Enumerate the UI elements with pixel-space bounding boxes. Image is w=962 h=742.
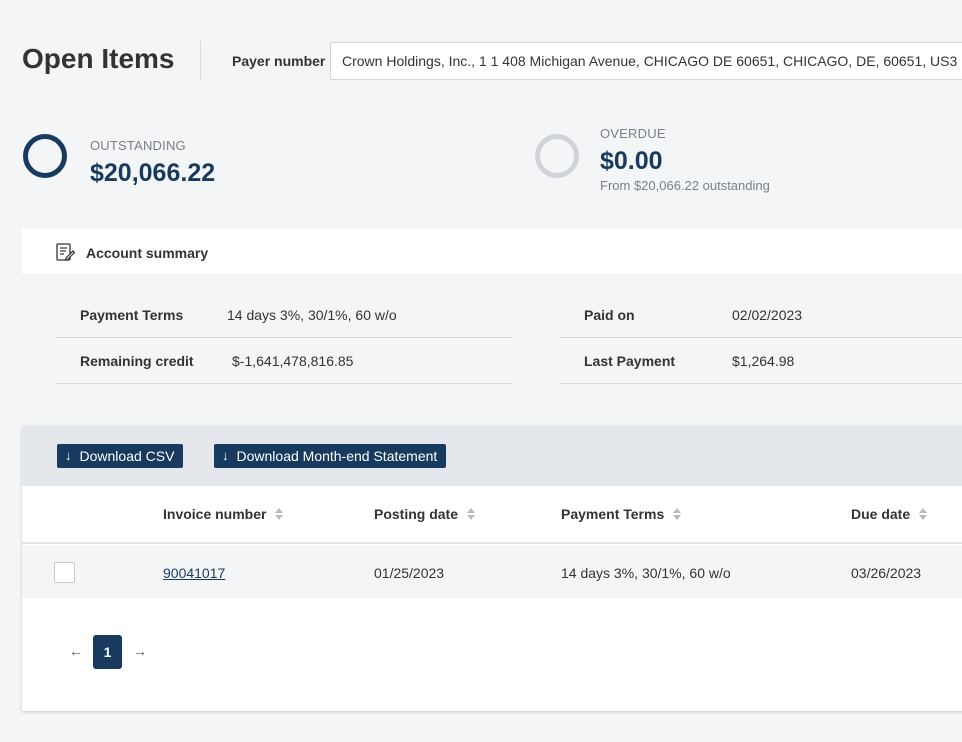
payment-terms-value: 14 days 3%, 30/1%, 60 w/o [227,307,397,323]
column-header-payment-terms[interactable]: Payment Terms [561,506,682,522]
overdue-value: $0.00 [600,147,663,175]
account-summary-title: Account summary [86,245,209,261]
column-header-due-date[interactable]: Due date [851,506,928,522]
posting-date-cell: 01/25/2023 [374,565,445,581]
sort-icon[interactable] [275,508,284,520]
download-arrow-icon: ↓ [222,448,229,463]
next-page-arrow-icon[interactable]: → [133,643,147,659]
overdue-ring [535,134,579,178]
download-statement-button[interactable]: ↓ Download Month-end Statement [214,444,447,468]
column-header-invoice-number[interactable]: Invoice number [163,506,284,522]
overdue-label: OVERDUE [600,126,666,141]
row-select-checkbox[interactable] [54,562,75,583]
download-csv-button[interactable]: ↓ Download CSV [57,444,184,468]
payer-number-select[interactable]: Crown Holdings, Inc., 1 1 408 Michigan A… [330,42,962,80]
payer-number-label: Payer number [232,53,326,69]
last-payment-label: Last Payment [584,353,676,369]
column-header-posting-date[interactable]: Posting date [374,506,476,522]
outstanding-value: $20,066.22 [90,159,216,187]
outstanding-ring [23,134,67,178]
paid-on-value: 02/02/2023 [732,307,803,323]
sort-icon[interactable] [467,508,476,520]
document-edit-icon [56,243,75,261]
page-button-current[interactable]: 1 [93,635,122,669]
download-arrow-icon: ↓ [65,448,72,463]
page-title: Open Items [22,43,175,74]
last-payment-value: $1,264.98 [732,353,795,369]
overdue-subtext: From $20,066.22 outstanding [600,178,770,193]
paid-on-label: Paid on [584,307,635,323]
payment-terms-cell: 14 days 3%, 30/1%, 60 w/o [561,565,731,581]
due-date-cell: 03/26/2023 [851,565,922,581]
outstanding-label: OUTSTANDING [90,138,186,153]
header-divider [200,41,201,81]
invoice-number-link[interactable]: 90041017 [163,565,225,581]
prev-page-arrow-icon[interactable]: ← [69,643,83,659]
payment-terms-label: Payment Terms [80,307,184,323]
sort-icon[interactable] [919,508,928,520]
sort-icon[interactable] [673,508,682,520]
remaining-credit-value: $-1,641,478,816.85 [232,353,354,369]
remaining-credit-label: Remaining credit [80,353,194,369]
